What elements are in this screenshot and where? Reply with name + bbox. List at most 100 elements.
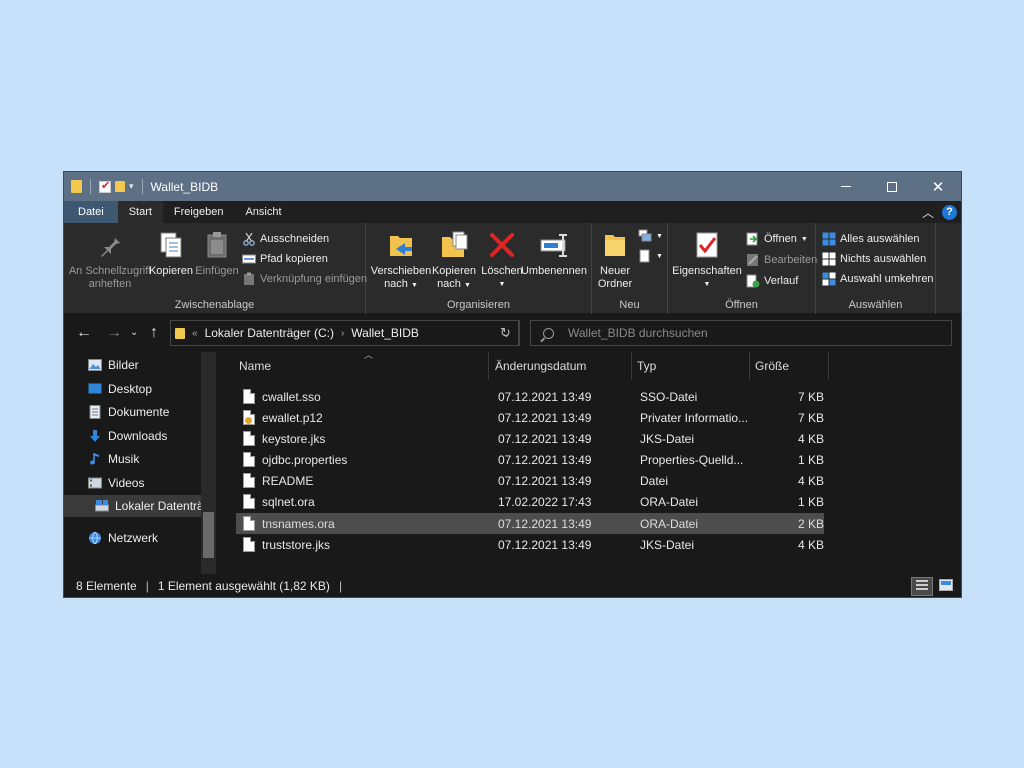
sidebar-item-music[interactable]: Musik: [88, 448, 139, 470]
column-header-date[interactable]: Änderungsdatum: [490, 352, 632, 380]
breadcrumb-folder[interactable]: Wallet_BIDB: [351, 326, 419, 340]
refresh-button[interactable]: ↻: [493, 320, 519, 346]
file-size: 2 KB: [797, 516, 824, 531]
sidebar-scrollbar-thumb[interactable]: [203, 512, 214, 558]
file-row[interactable]: cwallet.sso 07.12.2021 13:49 SSO-Datei 7…: [236, 386, 824, 407]
new-folder-button[interactable]: Neuer Ordner: [594, 229, 636, 291]
column-header-name[interactable]: ︿ Name: [234, 350, 489, 380]
sidebar-scrollbar[interactable]: [201, 352, 216, 574]
invert-selection-button[interactable]: Auswahl umkehren: [822, 272, 934, 286]
group-label-organize: Organisieren: [447, 299, 510, 311]
history-button[interactable]: Verlauf: [746, 274, 798, 288]
breadcrumb-separator-icon[interactable]: ›: [341, 328, 344, 339]
properties-button[interactable]: Eigenschaften ▼: [672, 229, 742, 291]
rename-button[interactable]: Umbenennen: [521, 229, 587, 278]
column-header-size[interactable]: Größe: [750, 352, 829, 380]
file-row[interactable]: sqlnet.ora 17.02.2022 17:43 ORA-Datei 1 …: [236, 491, 824, 512]
sidebar-item-local-drive[interactable]: Lokaler Datenträger (C:): [64, 495, 216, 517]
easy-access-button[interactable]: ▼: [638, 249, 663, 263]
up-button[interactable]: ↑: [150, 314, 158, 351]
file-row-selected[interactable]: tnsnames.ora 07.12.2021 13:49 ORA-Datei …: [236, 513, 824, 534]
new-folder-quick-icon[interactable]: [115, 181, 125, 192]
sidebar-item-downloads[interactable]: Downloads: [88, 425, 167, 447]
sidebar-item-documents[interactable]: Dokumente: [88, 401, 169, 423]
edit-button[interactable]: Bearbeiten: [746, 253, 817, 267]
downloads-icon: [88, 429, 102, 443]
desktop-icon: [88, 382, 102, 396]
column-header-type[interactable]: Typ: [632, 352, 750, 380]
sidebar-item-network[interactable]: Netzwerk: [88, 527, 158, 549]
file-row[interactable]: README 07.12.2021 13:49 Datei 4 KB: [236, 470, 824, 491]
large-icons-view-button[interactable]: [935, 577, 957, 596]
file-date: 07.12.2021 13:49: [498, 431, 592, 446]
file-type: ORA-Datei: [640, 516, 699, 531]
new-item-button[interactable]: ▼: [638, 229, 663, 243]
file-row[interactable]: truststore.jks 07.12.2021 13:49 JKS-Date…: [236, 534, 824, 555]
sidebar-item-pictures[interactable]: Bilder: [88, 354, 139, 376]
refresh-icon: ↻: [500, 325, 511, 340]
tab-start[interactable]: Start: [117, 201, 163, 223]
file-type: JKS-Datei: [640, 431, 695, 446]
arrow-up-icon: ↑: [150, 323, 158, 341]
window-title: Wallet_BIDB: [150, 179, 219, 194]
address-bar[interactable]: « Lokaler Datenträger (C:) › Wallet_BIDB…: [170, 320, 520, 346]
drive-icon: [95, 499, 109, 513]
open-icon: [746, 232, 760, 246]
delete-button[interactable]: Löschen ▼: [480, 229, 524, 291]
file-row[interactable]: ewallet.p12 07.12.2021 13:49 Privater In…: [236, 407, 824, 428]
details-view-icon: [916, 579, 928, 594]
group-clipboard: An Schnellzugriff anheften Kopieren Einf…: [64, 223, 367, 314]
group-label-clipboard: Zwischenablage: [174, 299, 255, 311]
collapse-ribbon-icon[interactable]: ︿: [922, 204, 934, 221]
copy-button[interactable]: Kopieren: [148, 229, 194, 278]
file-date: 07.12.2021 13:49: [498, 389, 592, 404]
pin-quick-access-button[interactable]: An Schnellzugriff anheften: [68, 229, 152, 291]
properties-quick-icon[interactable]: [99, 179, 111, 193]
paste-button[interactable]: Einfügen: [194, 229, 240, 278]
documents-icon: [88, 405, 102, 419]
close-button[interactable]: ✕: [915, 172, 961, 201]
file-size: 4 KB: [797, 473, 824, 488]
new-folder-icon: [599, 229, 631, 261]
address-row: ← → ⌄ ↑ « Lokaler Datenträger (C:) › Wal…: [64, 314, 961, 351]
sidebar-item-videos[interactable]: Videos: [88, 472, 144, 494]
breadcrumb-drive[interactable]: Lokaler Datenträger (C:): [205, 326, 334, 340]
customize-qat-arrow-icon[interactable]: ▾: [129, 181, 134, 192]
file-row[interactable]: ojdbc.properties 07.12.2021 13:49 Proper…: [236, 449, 824, 470]
group-organize: Verschieben nach ▼ Kopieren nach ▼ Lösch…: [366, 223, 592, 314]
file-size: 1 KB: [797, 494, 824, 509]
videos-icon: [88, 476, 102, 490]
file-name: sqlnet.ora: [262, 494, 315, 509]
copy-to-icon: [438, 229, 470, 261]
copy-path-button[interactable]: Pfad kopieren: [242, 252, 328, 266]
breadcrumb-overflow[interactable]: «: [192, 328, 198, 339]
status-bar: 8 Elemente | 1 Element ausgewählt (1,82 …: [64, 574, 961, 597]
maximize-button[interactable]: [869, 172, 915, 201]
cut-button[interactable]: Ausschneiden: [242, 232, 329, 246]
back-button[interactable]: ←: [76, 314, 92, 351]
chevron-down-icon: ⌄: [130, 327, 139, 338]
file-row[interactable]: keystore.jks 07.12.2021 13:49 JKS-Datei …: [236, 428, 824, 449]
search-placeholder: Wallet_BIDB durchsuchen: [568, 326, 708, 340]
select-none-button[interactable]: Nichts auswählen: [822, 252, 926, 266]
status-item-count: 8 Elemente: [76, 579, 137, 593]
details-view-button[interactable]: [911, 577, 933, 596]
recent-locations-button[interactable]: ⌄: [130, 314, 138, 351]
content-area: Bilder Desktop Dokumente Downloads Musik…: [64, 350, 961, 574]
forward-button[interactable]: →: [106, 314, 122, 351]
tab-view[interactable]: Ansicht: [234, 201, 292, 223]
pictures-icon: [88, 358, 102, 372]
file-date: 07.12.2021 13:49: [498, 516, 592, 531]
open-button[interactable]: Öffnen ▼: [746, 232, 808, 246]
tab-file[interactable]: Datei: [64, 201, 118, 223]
select-all-button[interactable]: Alles auswählen: [822, 232, 920, 246]
copy-to-button[interactable]: Kopieren nach ▼: [430, 229, 478, 292]
sidebar-item-desktop[interactable]: Desktop: [88, 378, 152, 400]
paste-shortcut-button[interactable]: Verknüpfung einfügen: [242, 272, 367, 286]
tab-share[interactable]: Freigeben: [163, 201, 235, 223]
move-to-button[interactable]: Verschieben nach ▼: [370, 229, 432, 292]
minimize-button[interactable]: [823, 172, 869, 201]
help-icon[interactable]: ?: [942, 205, 957, 220]
file-date: 07.12.2021 13:49: [498, 473, 592, 488]
search-box[interactable]: Wallet_BIDB durchsuchen: [530, 320, 952, 346]
